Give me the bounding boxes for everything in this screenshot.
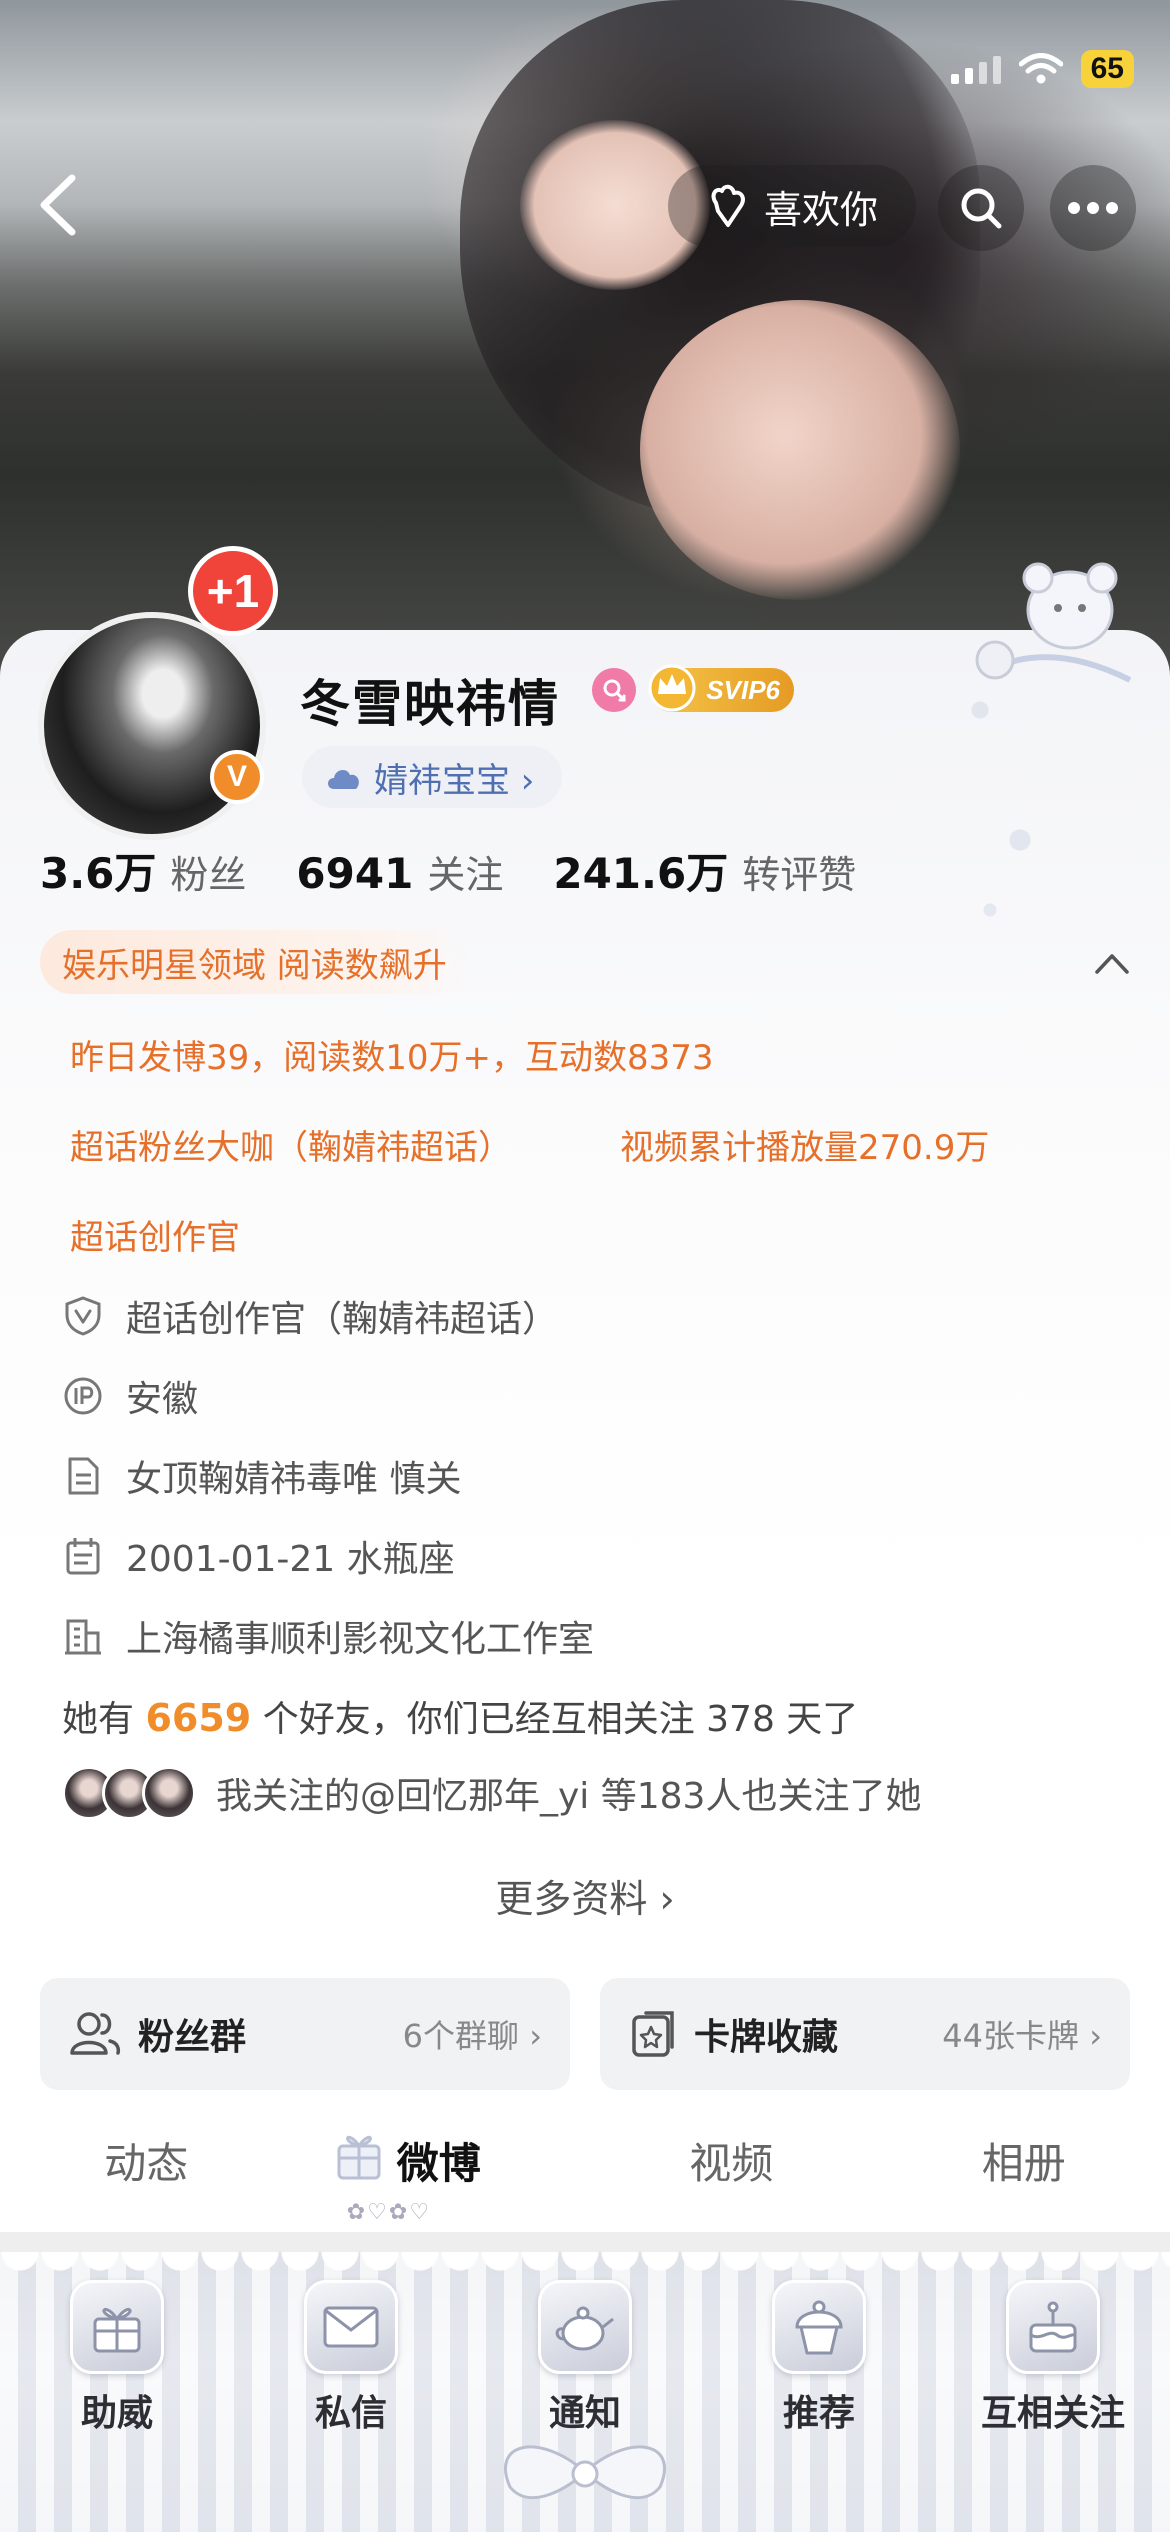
friends-count: 6659 xyxy=(145,1696,252,1740)
followers-count: 3.6万 xyxy=(40,849,157,898)
card-icon xyxy=(632,2011,674,2057)
decorative-teddy-bow-icon xyxy=(975,562,1132,683)
calendar-icon xyxy=(66,1538,100,1575)
verified-badge: V xyxy=(210,750,264,804)
users-icon xyxy=(70,2012,121,2055)
yesterday-stats-text: 昨日发博39，阅读数10万+，互动数8373 xyxy=(70,1038,714,1078)
teapot-icon xyxy=(538,2280,632,2374)
followers-label: 粉丝 xyxy=(170,853,247,897)
following-count: 6941 xyxy=(296,849,414,898)
crown-icon xyxy=(648,664,696,712)
fan-group-count: 6个群聊 › xyxy=(402,2017,542,2055)
mutual-follow-button[interactable]: 互相关注 xyxy=(953,2280,1153,2436)
fan-tag-label: 婧祎宝宝 › xyxy=(374,760,535,801)
notify-button[interactable]: 通知 xyxy=(485,2280,685,2436)
cloud-icon xyxy=(328,769,359,789)
mini-avatar xyxy=(142,1766,196,1820)
profile-stats: 3.6万 粉丝 6941 关注 241.6万 转评赞 xyxy=(40,840,906,901)
notify-label: 通知 xyxy=(548,2393,621,2434)
cupcake-icon xyxy=(772,2280,866,2374)
document-icon xyxy=(68,1457,99,1495)
card-collection-count: 44张卡牌 › xyxy=(942,2017,1102,2055)
cover-photo-shoulder xyxy=(640,300,960,600)
cheer-button[interactable]: 助威 xyxy=(17,2280,217,2436)
cellular-signal-icon xyxy=(950,54,1001,84)
creator-title-text: 超话创作官 xyxy=(70,1218,240,1258)
mutual-follow-text: 我关注的@回忆那年_yi 等183人也关注了她 xyxy=(216,1776,922,1817)
mutual-follow-row[interactable]: 我关注的@回忆那年_yi 等183人也关注了她 xyxy=(62,1766,921,1820)
followers-stat[interactable]: 3.6万 粉丝 xyxy=(40,840,246,901)
tab-weibo[interactable]: 微博 ✿♡✿♡ xyxy=(337,2130,481,2225)
gift-box-icon xyxy=(337,2135,381,2180)
info-bio-text: 女顶鞠婧祎毒唯 慎关 xyxy=(126,1459,462,1500)
like-you-label: 喜欢你 xyxy=(763,187,878,232)
tab-weibo-label: 微博 xyxy=(396,2139,481,2188)
info-row-bio: 女顶鞠婧祎毒唯 慎关 xyxy=(62,1450,461,1502)
like-you-button[interactable]: 喜欢你 xyxy=(668,165,916,247)
message-label: 私信 xyxy=(314,2393,387,2434)
svip-label: SVIP6 xyxy=(706,674,780,705)
card-collection-box[interactable]: 卡牌收藏 44张卡牌 › xyxy=(600,1978,1130,2090)
search-icon xyxy=(961,188,1002,229)
following-stat[interactable]: 6941 关注 xyxy=(296,844,503,899)
more-button[interactable] xyxy=(1050,165,1136,251)
more-info-link[interactable]: 更多资料 › xyxy=(0,1868,1170,1923)
domain-honor-chip[interactable]: 娱乐明星领域 阅读数飙升 xyxy=(40,930,469,994)
friends-suffix: 个好友，你们已经互相关注 378 天了 xyxy=(262,1699,859,1740)
shield-v-icon xyxy=(65,1296,101,1336)
info-company-text: 上海橘事顺利影视文化工作室 xyxy=(126,1619,595,1660)
status-bar: 65 xyxy=(950,50,1134,88)
fan-group-title: 粉丝群 xyxy=(138,2017,247,2058)
hand-heart-icon xyxy=(711,184,745,227)
card-collection-title: 卡牌收藏 xyxy=(694,2017,839,2058)
envelope-icon xyxy=(304,2280,398,2374)
super-fan-text: 超话粉丝大咖（鞠婧祎超话） xyxy=(70,1128,512,1168)
back-button[interactable] xyxy=(28,170,88,240)
more-dots-icon xyxy=(1068,202,1118,214)
info-ip-text: 安徽 xyxy=(126,1379,199,1420)
info-row-birthday: 2001-01-21 水瓶座 xyxy=(62,1530,455,1582)
friends-summary: 她有 6659 个好友，你们已经互相关注 378 天了 xyxy=(62,1690,858,1742)
recommend-label: 推荐 xyxy=(782,2393,855,2434)
svip-badge[interactable]: SVIP6 xyxy=(648,664,794,712)
info-row-company: 上海橘事顺利影视文化工作室 xyxy=(62,1610,594,1662)
gift-icon xyxy=(70,2280,164,2374)
search-button[interactable] xyxy=(938,165,1024,251)
info-row-ip: 安徽 xyxy=(62,1370,198,1422)
ip-icon xyxy=(64,1377,102,1415)
chevron-up-icon[interactable] xyxy=(1092,948,1132,978)
fan-group-box[interactable]: 粉丝群 6个群聊 › xyxy=(40,1978,570,2090)
building-icon xyxy=(65,1619,101,1655)
bottom-actions: 助威 私信 通知 推荐 互相关注 xyxy=(0,2280,1170,2436)
following-label: 关注 xyxy=(427,853,504,897)
cheer-label: 助威 xyxy=(80,2393,153,2434)
mutual-avatars xyxy=(62,1766,196,1820)
profile-tabs: 动态 微博 ✿♡✿♡ 视频 相册 xyxy=(0,2130,1170,2225)
tab-feed[interactable]: 动态 xyxy=(104,2130,188,2191)
tab-album[interactable]: 相册 xyxy=(982,2130,1066,2191)
cake-icon xyxy=(1006,2280,1100,2374)
friends-prefix: 她有 xyxy=(62,1699,135,1740)
info-birthday-text: 2001-01-21 水瓶座 xyxy=(126,1539,455,1580)
battery-indicator: 65 xyxy=(1080,50,1134,88)
decorative-bow-icon xyxy=(503,2445,667,2500)
female-gender-icon xyxy=(592,668,636,712)
fan-tag-chip[interactable]: 婧祎宝宝 › xyxy=(302,746,563,808)
tab-hearts-decoration: ✿♡✿♡ xyxy=(346,2200,432,2225)
mutual-follow-label: 互相关注 xyxy=(980,2393,1125,2434)
reposts-count: 241.6万 xyxy=(553,849,729,898)
section-divider xyxy=(0,2232,1170,2252)
message-button[interactable]: 私信 xyxy=(251,2280,451,2436)
info-creator-text: 超话创作官（鞠婧祎超话） xyxy=(126,1299,559,1340)
video-plays-text: 视频累计播放量270.9万 xyxy=(620,1128,990,1168)
info-row-creator: 超话创作官（鞠婧祎超话） xyxy=(62,1290,558,1342)
avatar[interactable] xyxy=(38,612,266,840)
avatar-plus-badge[interactable]: +1 xyxy=(188,546,278,636)
recommend-button[interactable]: 推荐 xyxy=(719,2280,919,2436)
reposts-label: 转评赞 xyxy=(742,853,857,897)
profile-name: 冬雪映祎情 xyxy=(300,675,560,733)
wifi-icon xyxy=(1018,53,1063,84)
tab-video[interactable]: 视频 xyxy=(689,2130,773,2191)
reposts-stat[interactable]: 241.6万 转评赞 xyxy=(553,840,856,901)
